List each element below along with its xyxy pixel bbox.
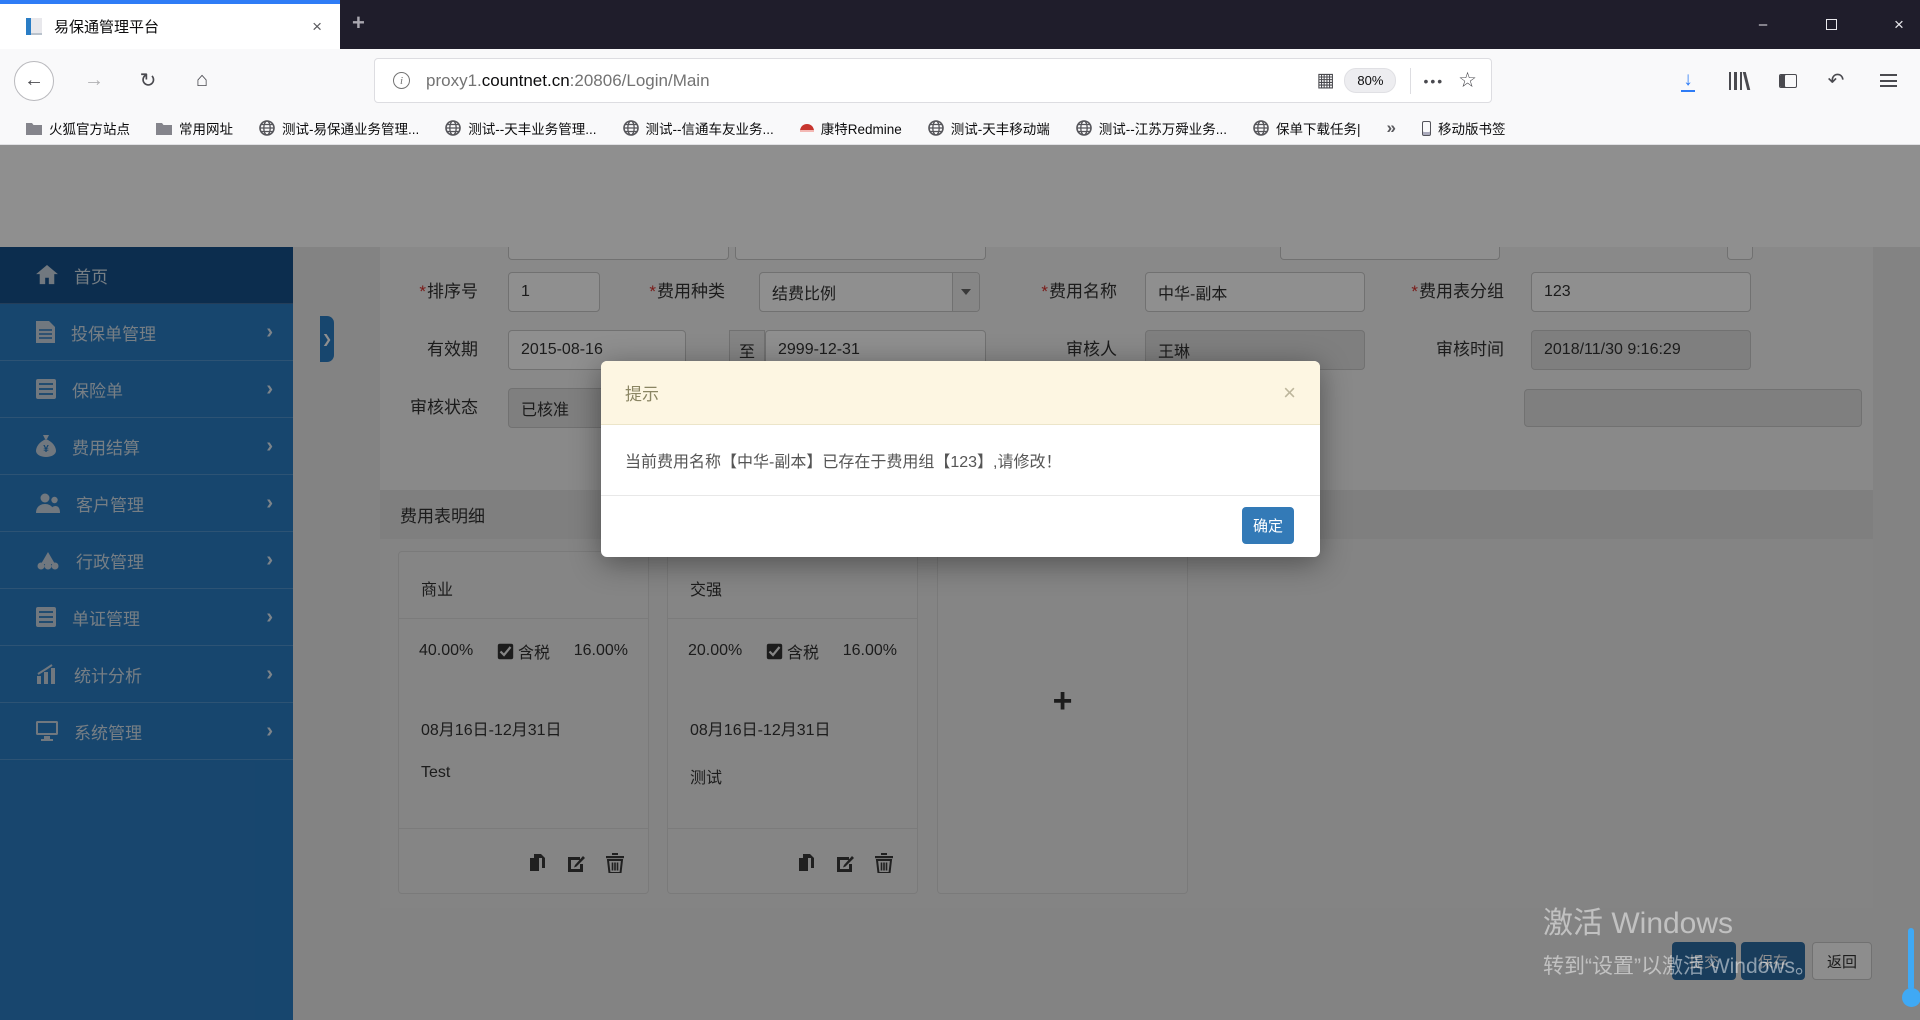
site-info-icon[interactable]: i [393,72,410,89]
scrollbar-thumb[interactable] [1902,988,1920,1007]
hamburger-icon [1879,74,1897,87]
modal-backdrop [0,145,1920,1020]
bookmark-item[interactable]: 测试-易保通业务管理... [259,118,419,138]
browser-tab[interactable]: 易保通管理平台 × [0,0,340,49]
url-host-prefix: proxy1. [426,70,482,90]
bookmark-item[interactable]: 测试-天丰移动端 [927,118,1050,138]
dialog-header: 提示 × [601,361,1320,425]
windows-activation-watermark: 激活 Windows 转到“设置”以激活 Windows。 [1543,898,1816,980]
maximize-icon [1825,19,1837,30]
scrollbar-track[interactable] [1908,928,1914,990]
tab-close-icon[interactable]: × [312,17,322,37]
url-bar[interactable]: i proxy1.countnet.cn:20806/Login/Main ▦ … [374,58,1492,103]
bookmark-item[interactable]: 测试--江苏万舜业务... [1075,118,1227,138]
sidebar-panel-icon [1779,73,1797,88]
downloads-button[interactable]: ↓ [1668,49,1708,112]
history-restore-button[interactable]: ↶ [1816,49,1856,112]
url-host: countnet.cn [481,70,570,90]
window-maximize-button[interactable] [1808,0,1854,49]
bookmark-item[interactable]: 康特Redmine [799,118,902,138]
bookmark-item[interactable]: 移动版书签 [1422,118,1506,138]
zoom-level-badge[interactable]: 80% [1344,68,1397,93]
forward-button[interactable]: → [74,49,114,112]
bookmark-item[interactable]: 火狐官方站点 [26,118,130,138]
bookmark-item[interactable]: 保单下载任务| [1253,118,1361,138]
watermark-line1: 激活 Windows [1543,907,1734,940]
bookmark-item[interactable]: 测试--天丰业务管理... [445,118,597,138]
dialog-footer: 确定 [601,496,1320,556]
library-icon [1728,71,1750,90]
globe-icon [1075,120,1092,136]
alert-dialog: 提示 × 当前费用名称【中华-副本】已存在于费用组【123】,请修改！ 确定 [601,361,1320,557]
globe-icon [927,120,944,136]
download-icon: ↓ [1681,68,1695,92]
folder-icon [156,122,172,135]
bookmark-item[interactable]: 常用网址 [156,118,233,138]
tab-favicon-icon [26,18,42,35]
watermark-line2: 转到“设置”以激活 Windows。 [1543,955,1817,978]
bookmarks-bar: 火狐官方站点 常用网址 测试-易保通业务管理... 测试--天丰业务管理... … [0,112,1920,145]
folder-icon [26,122,42,135]
sidebar-toggle-button[interactable] [1768,49,1808,112]
window-minimize-button[interactable]: – [1740,0,1786,49]
bookmark-item[interactable]: 测试--信通车友业务... [622,118,774,138]
page-actions-icon[interactable]: ••• [1423,73,1444,89]
phone-icon [1422,120,1432,136]
url-path: :20806/Login/Main [569,70,710,90]
close-icon[interactable]: × [1283,380,1296,406]
globe-icon [1253,120,1269,136]
new-tab-button[interactable]: + [352,10,365,36]
globe-icon [445,120,462,136]
window-close-button[interactable]: × [1876,0,1920,49]
globe-icon [622,120,639,136]
url-text[interactable]: proxy1.countnet.cn:20806/Login/Main [426,71,1316,91]
qr-code-icon[interactable]: ▦ [1316,69,1334,92]
browser-nav-toolbar: ← → ↻ ⌂ i proxy1.countnet.cn:20806/Login… [0,49,1920,112]
menu-button[interactable] [1866,49,1910,112]
home-button[interactable]: ⌂ [182,49,222,112]
reload-button[interactable]: ↻ [128,49,168,112]
back-button[interactable]: ← [12,49,56,112]
browser-tab-bar: 易保通管理平台 × + – × [0,0,1920,49]
dialog-message: 当前费用名称【中华-副本】已存在于费用组【123】,请修改！ [601,425,1320,496]
confirm-button[interactable]: 确定 [1242,507,1294,544]
dialog-title: 提示 [625,385,659,404]
tab-title: 易保通管理平台 [54,19,160,36]
bookmark-star-icon[interactable]: ☆ [1458,68,1477,93]
globe-icon [259,120,275,136]
redmine-icon [799,124,814,132]
library-button[interactable] [1718,49,1758,112]
bookmarks-overflow-chevron[interactable]: » [1387,118,1396,138]
back-icon: ← [14,60,54,101]
divider [1410,67,1412,94]
